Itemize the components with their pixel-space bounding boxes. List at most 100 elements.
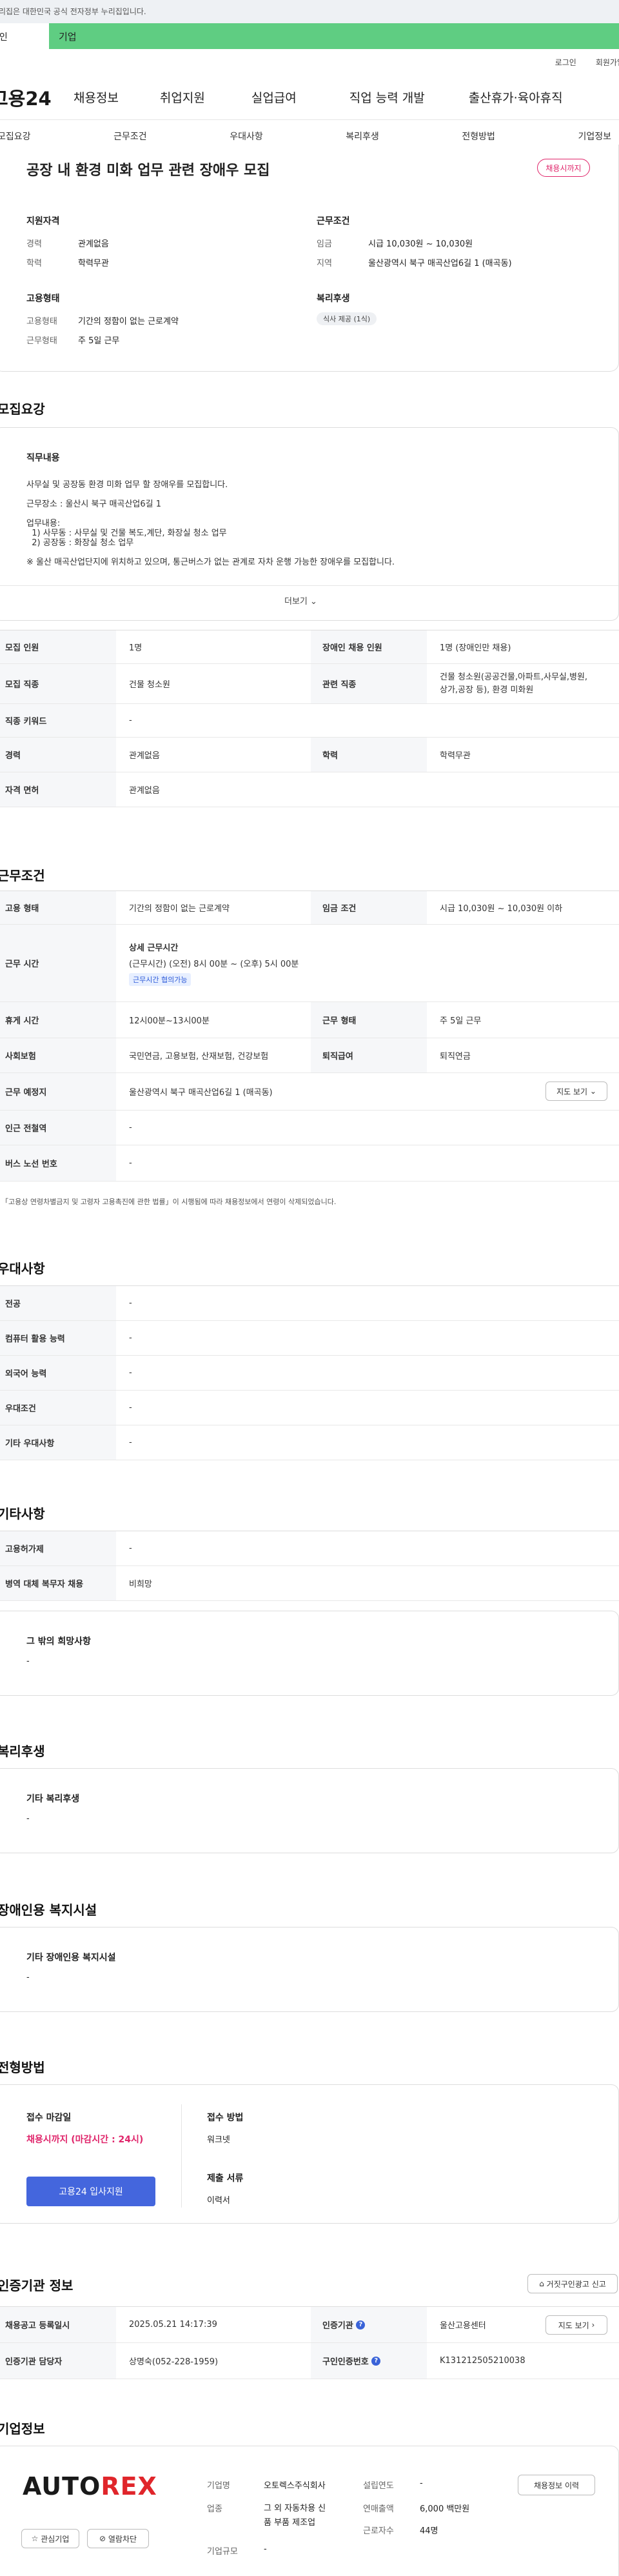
table-row: 모집 직종 건물 청소원 관련 직종 건물 청소원(공공건물,아파트,사무실,병… <box>0 664 619 704</box>
emp-type-label: 고용형태 <box>26 317 57 327</box>
table-row: 인근 전철역 - <box>0 1111 619 1145</box>
deadline-badge: 채용시까지 <box>537 159 590 177</box>
user-type-tabs: 개인 기업 <box>0 23 619 49</box>
company-staff: 44명 <box>420 2526 438 2536</box>
table-row: 근무 시간 상세 근무시간 (근무시간) (오전) 8시 00분 ~ (오후) … <box>0 925 619 1002</box>
gov-banner: 이 누리집은 대한민국 공식 전자정부 누리집입니다. <box>0 0 619 23</box>
block-icon: ⊘ <box>99 2534 106 2543</box>
emp-type-value: 기간의 정함이 없는 근로계약 <box>78 317 179 327</box>
summary-card: 공장 내 환경 미화 업무 관련 장애우 모집 채용시까지 지원자격 경력 관계… <box>0 145 619 372</box>
work-table: 고용 형태 기간의 정함이 없는 근로계약 임금 조건 시급 10,030원 ~… <box>0 891 619 1182</box>
chevron-down-icon: ⌄ <box>589 1087 596 1096</box>
map-button-agency[interactable]: 지도 보기 › <box>545 2315 607 2335</box>
snb-item-company[interactable]: 기업정보 <box>578 130 611 143</box>
work-form-label: 근무형태 <box>26 336 57 346</box>
login-link[interactable]: 로그인 <box>555 57 576 68</box>
table-row: 인증기관 담당자 상명숙(052-228-1959) 구인인증번호 ? K131… <box>0 2343 619 2379</box>
recruit-table: 모집 인원 1명 장애인 채용 인원 1명 (장애인만 채용) 모집 직종 건물… <box>0 630 619 807</box>
selection-heading: 전형방법 <box>0 2060 45 2075</box>
snb-item-welfare[interactable]: 복리후생 <box>346 130 379 143</box>
map-button-work[interactable]: 지도 보기 ⌄ <box>545 1082 607 1101</box>
report-button[interactable]: ⌂ 거짓구인광고 신고 <box>527 2274 618 2293</box>
welfare-heading: 복리후생 <box>0 1744 45 1759</box>
selection-divider <box>181 2104 182 2208</box>
etc-table: 고용허가제 - 병역 대체 복무자 채용 비희망 <box>0 1531 619 1601</box>
table-row: 기타 우대사항 - <box>0 1425 619 1460</box>
gnb-item-vocational-training[interactable]: 직업 능력 개발 <box>349 88 425 106</box>
duty-title: 직무내용 <box>26 453 60 463</box>
page-title: 공장 내 환경 미화 업무 관련 장애우 모집 <box>26 163 270 179</box>
facility-box: 기타 장애인용 복지시설 - <box>0 1927 619 2012</box>
wage-label: 임금 <box>317 239 332 249</box>
work-title: 근무조건 <box>317 216 350 226</box>
info-icon[interactable]: ? <box>371 2356 381 2366</box>
gnb-item-parental-leave[interactable]: 출산휴가·육아휴직 <box>469 88 563 106</box>
region-label: 지역 <box>317 259 332 268</box>
gov-banner-text: 이 누리집은 대한민국 공식 전자정부 누리집입니다. <box>0 7 146 16</box>
more-button[interactable]: 더보기 ⌄ <box>284 594 317 607</box>
gnb-item-jobs[interactable]: 채용정보 <box>74 88 119 106</box>
tab-company[interactable]: 기업 <box>49 23 619 49</box>
flexible-hours-tag: 근무시간 협의가능 <box>129 972 192 986</box>
age-note: • 「고용상 연령차별금지 및 고령자 고용촉진에 관한 법률」이 시행됨에 따… <box>1 1198 337 1206</box>
table-row: 병역 대체 복무자 채용 비희망 <box>0 1566 619 1601</box>
company-sales: 6,000 백만원 <box>420 2504 470 2514</box>
table-row: 외국어 능력 - <box>0 1356 619 1391</box>
table-row: 휴게 시간 12시00분~13시00분 근무 형태 주 5일 근무 <box>0 1002 619 1038</box>
snb-item-recruit[interactable]: 모집요강 <box>0 130 31 143</box>
table-row: 모집 인원 1명 장애인 채용 인원 1명 (장애인만 채용) <box>0 630 619 664</box>
table-row: 근무 예정지 울산광역시 북구 매곡산업6길 1 (매곡동) 지도 보기 ⌄ <box>0 1073 619 1111</box>
apply-button[interactable]: 고용24 입사지원 <box>26 2177 155 2206</box>
qual-title: 지원자격 <box>26 216 60 226</box>
welfare-box: 기타 복리후생 - <box>0 1768 619 1853</box>
chevron-down-icon: ⌄ <box>310 597 317 607</box>
report-icon: ⌂ <box>539 2279 544 2288</box>
snb-item-selection[interactable]: 전형방법 <box>462 130 495 143</box>
pref-heading: 우대사항 <box>0 1261 45 1276</box>
gnb-item-employment-support[interactable]: 취업지원 <box>160 88 205 106</box>
table-row: 우대조건 - <box>0 1391 619 1425</box>
method-value: 워크넷 <box>207 2135 230 2145</box>
etc-box-title: 그 밖의 희망사항 <box>26 1636 91 1647</box>
company-industry: 그 외 자동차용 신 품 부품 제조업 <box>264 2504 326 2528</box>
facility-box-title: 기타 장애인용 복지시설 <box>26 1953 116 1963</box>
work-form-value: 주 5일 근무 <box>78 336 120 346</box>
table-row: 직종 키워드 - <box>0 704 619 738</box>
etc-box: 그 밖의 희망사항 - <box>0 1611 619 1696</box>
wage-value: 시급 10,030원 ~ 10,030원 <box>368 239 473 249</box>
pref-table: 전공 - 컴퓨터 활용 능력 - 외국어 능력 - 우대조건 - 기타 우대사항 - <box>0 1285 619 1460</box>
table-row: 컴퓨터 활용 능력 - <box>0 1321 619 1356</box>
chevron-right-icon: › <box>591 2320 595 2329</box>
facility-box-value: - <box>26 1973 30 1982</box>
hiring-history-button[interactable]: 채용정보 이력 <box>518 2475 595 2495</box>
snb-item-pref[interactable]: 우대사항 <box>230 130 263 143</box>
table-row: 사회보험 국민연금, 고용보험, 산재보험, 건강보험 퇴직급여 퇴직연금 <box>0 1038 619 1073</box>
selection-card: 접수 마감일 채용시까지 (마감시간 : 24시) 고용24 입사지원 접수 방… <box>0 2084 619 2224</box>
gnb-item-unemployment-benefit[interactable]: 실업급여 <box>251 88 297 106</box>
join-link[interactable]: 회원가입 <box>596 57 619 68</box>
table-row: 채용공고 등록일시 2025.05.21 14:17:39 인증기관 ? 울산고… <box>0 2307 619 2343</box>
block-view-button[interactable]: ⊘ 열람차단 <box>87 2529 149 2548</box>
emp-title: 고용형태 <box>26 294 60 304</box>
agency-table: 채용공고 등록일시 2025.05.21 14:17:39 인증기관 ? 울산고… <box>0 2306 619 2379</box>
work-heading: 근무조건 <box>0 868 45 883</box>
welfare-tag: 식사 제공 (1식) <box>317 312 377 325</box>
info-icon[interactable]: ? <box>356 2320 366 2329</box>
welfare-title: 복리후생 <box>317 294 350 304</box>
duty-card: 직무내용 사무실 및 공장동 환경 미화 업무 할 장애우를 모집합니다. 근무장… <box>0 427 619 621</box>
fav-company-button[interactable]: ☆ 관심기업 <box>21 2529 79 2548</box>
company-founded: - <box>420 2479 423 2488</box>
table-row: 경력 관계없음 학력 학력무관 <box>0 738 619 772</box>
global-nav: 고용24 채용정보 취업지원 실업급여 직업 능력 개발 출산휴가·육아휴직 <box>0 75 619 120</box>
company-card: AUTOREX ☆ 관심기업 ⊘ 열람차단 기업명 오토렉스주식회사 업종 그 … <box>0 2446 619 2576</box>
tab-personal[interactable]: 개인 <box>0 23 49 49</box>
snb-item-work[interactable]: 근무조건 <box>113 130 147 143</box>
company-heading: 기업정보 <box>0 2421 45 2437</box>
company-name: 오토렉스주식회사 <box>264 2481 326 2491</box>
utility-bar: 로그인 회원가입 <box>0 49 619 75</box>
welfare-box-title: 기타 복리후생 <box>26 1794 80 1804</box>
company-scale: - <box>264 2544 267 2554</box>
table-row: 고용허가제 - <box>0 1531 619 1566</box>
company-logo: AUTOREX <box>23 2472 157 2501</box>
table-row: 버스 노선 번호 - <box>0 1145 619 1182</box>
